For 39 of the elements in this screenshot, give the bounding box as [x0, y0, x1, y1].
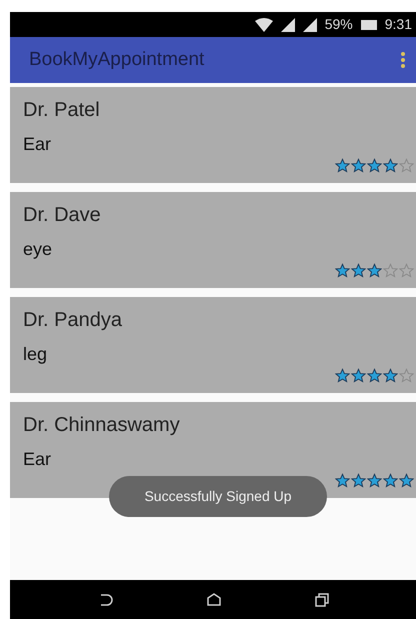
battery-icon: [360, 20, 377, 30]
filled-star-icon: [367, 473, 382, 488]
filled-star-icon: [383, 158, 398, 173]
filled-star-icon: [335, 158, 350, 173]
doctor-card[interactable]: Dr. Patel Ear: [10, 87, 416, 183]
doctor-specialty: Ear: [23, 448, 52, 471]
doctor-card[interactable]: Dr. Pandya leg: [10, 297, 416, 393]
battery-percent: 59%: [324, 15, 353, 34]
filled-star-icon: [351, 368, 366, 383]
filled-star-icon: [351, 263, 366, 278]
wifi-icon: [254, 18, 273, 32]
filled-star-icon: [383, 368, 398, 383]
recents-icon[interactable]: [315, 592, 329, 606]
doctor-card[interactable]: Dr. Dave eye: [10, 192, 416, 288]
filled-star-icon: [335, 368, 350, 383]
doctor-name: Dr. Patel: [23, 98, 101, 123]
signal-icon: [280, 18, 295, 32]
filled-star-icon: [335, 263, 350, 278]
filled-star-icon: [367, 158, 382, 173]
clock-time: 9:31: [384, 15, 412, 34]
app-title: BookMyAppointment: [29, 48, 204, 72]
more-menu-icon[interactable]: [400, 51, 406, 69]
filled-star-icon: [351, 473, 366, 488]
filled-star-icon: [399, 473, 414, 488]
filled-star-icon: [367, 263, 382, 278]
doctor-specialty: leg: [23, 343, 48, 366]
signal-icon: [302, 18, 317, 32]
signed-up-toast: Successfully Signed Up: [109, 476, 327, 517]
filled-star-icon: [351, 158, 366, 173]
filled-star-icon: [367, 368, 382, 383]
doctor-name: Dr. Dave: [23, 203, 102, 228]
home-icon[interactable]: [207, 593, 221, 606]
filled-star-icon: [335, 473, 350, 488]
doctor-specialty: eye: [23, 238, 54, 261]
doctor-name: Dr. Chinnaswamy: [23, 413, 181, 438]
empty-star-icon: [399, 263, 414, 278]
doctor-name: Dr. Pandya: [23, 308, 123, 333]
doctor-specialty: Ear: [23, 133, 52, 156]
filled-star-icon: [383, 473, 398, 488]
